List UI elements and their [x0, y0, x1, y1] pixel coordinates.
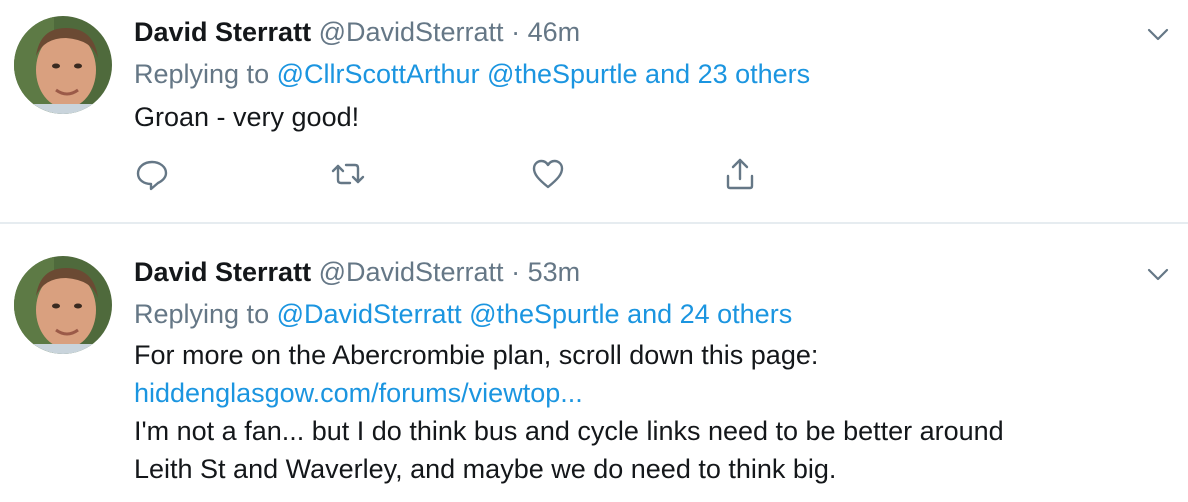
- separator-dot: ·: [511, 257, 521, 287]
- chevron-down-icon[interactable]: [1146, 262, 1170, 286]
- timestamp[interactable]: 46m: [528, 17, 581, 47]
- tweet-header: David Sterratt @DavidSterratt · 46m: [134, 16, 580, 48]
- chevron-down-icon[interactable]: [1146, 22, 1170, 46]
- author-name[interactable]: David Sterratt: [134, 17, 311, 47]
- tweet-link[interactable]: hiddenglasgow.com/forums/viewtop...: [134, 374, 1154, 412]
- replying-to-label: Replying to: [134, 299, 270, 329]
- author-name[interactable]: David Sterratt: [134, 257, 311, 287]
- tweet-header: David Sterratt @DavidSterratt · 53m: [134, 256, 580, 288]
- tweet-actions: [134, 156, 774, 196]
- replying-to-label: Replying to: [134, 59, 270, 89]
- timestamp[interactable]: 53m: [528, 257, 581, 287]
- tweet-text-line: I'm not a fan... but I do think bus and …: [134, 416, 1004, 446]
- replying-to: Replying to @CllrScottArthur @theSpurtle…: [134, 58, 810, 90]
- like-icon[interactable]: [530, 156, 566, 192]
- tweet-text: For more on the Abercrombie plan, scroll…: [134, 336, 1154, 488]
- tweet[interactable]: David Sterratt @DavidSterratt · 53m Repl…: [0, 224, 1188, 502]
- replying-to-links[interactable]: @DavidSterratt @theSpurtle and 24 others: [277, 299, 793, 329]
- tweet-text-line: Leith St and Waverley, and maybe we do n…: [134, 454, 837, 484]
- avatar[interactable]: [14, 16, 112, 114]
- retweet-icon[interactable]: [330, 156, 366, 192]
- tweet[interactable]: David Sterratt @DavidSterratt · 46m Repl…: [0, 0, 1188, 222]
- avatar[interactable]: [14, 256, 112, 354]
- replying-to-links[interactable]: @CllrScottArthur @theSpurtle and 23 othe…: [277, 59, 811, 89]
- author-handle[interactable]: @DavidSterratt: [319, 257, 504, 287]
- share-icon[interactable]: [722, 156, 758, 192]
- tweet-text-line: For more on the Abercrombie plan, scroll…: [134, 340, 819, 370]
- tweet-text: Groan - very good!: [134, 98, 1154, 136]
- author-handle[interactable]: @DavidSterratt: [319, 17, 504, 47]
- replying-to: Replying to @DavidSterratt @theSpurtle a…: [134, 298, 792, 330]
- separator-dot: ·: [511, 17, 521, 47]
- reply-icon[interactable]: [134, 156, 170, 192]
- tweet-text-line: Groan - very good!: [134, 102, 360, 132]
